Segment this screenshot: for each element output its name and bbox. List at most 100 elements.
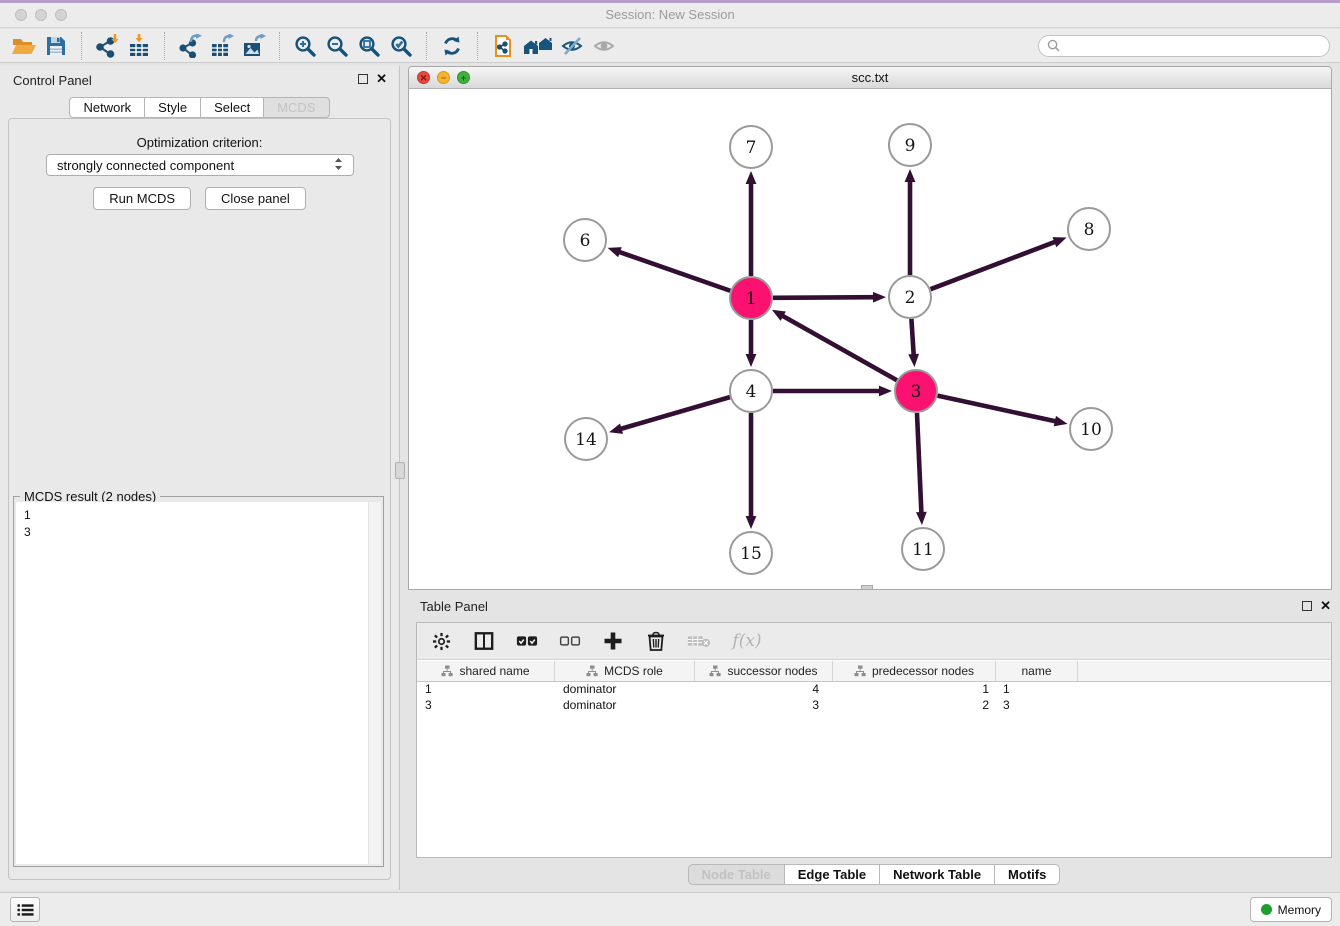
cell-successor-nodes[interactable]: 4 <box>695 682 833 698</box>
delete-table-button[interactable] <box>687 628 711 654</box>
home-button[interactable] <box>519 31 557 61</box>
control-panel-close-icon[interactable]: ✕ <box>376 71 387 87</box>
tab-motifs[interactable]: Motifs <box>994 864 1060 885</box>
graph-arrowhead-4-14 <box>609 423 623 433</box>
graph-edge-2-3[interactable] <box>911 319 913 357</box>
run-mcds-button[interactable]: Run MCDS <box>93 187 191 210</box>
app-titlebar: Session: New Session <box>0 0 1340 28</box>
column-header-successor-nodes[interactable]: successor nodes <box>695 661 833 681</box>
refresh-button[interactable] <box>436 31 468 61</box>
cell-predecessor-nodes[interactable]: 2 <box>833 698 996 714</box>
import-network-button[interactable] <box>91 31 123 61</box>
zoom-in-button[interactable] <box>289 31 321 61</box>
graph-arrowhead-1-6 <box>608 247 622 257</box>
table-settings-button[interactable] <box>429 628 453 654</box>
mcds-result-area: 1 3 <box>16 502 381 864</box>
table-panel-close-icon[interactable]: ✕ <box>1320 598 1331 614</box>
graph-arrowhead-2-9 <box>905 169 916 182</box>
eye-slash-icon <box>561 34 585 58</box>
cell-mcds-role[interactable]: dominator <box>555 682 695 698</box>
close-panel-button[interactable]: Close panel <box>205 187 306 210</box>
cell-shared-name[interactable]: 1 <box>417 682 555 698</box>
tab-edge-table[interactable]: Edge Table <box>784 864 880 885</box>
tab-style[interactable]: Style <box>144 97 201 118</box>
search-field[interactable] <box>1038 35 1330 57</box>
export-network-button[interactable] <box>174 31 206 61</box>
graph-node-label-3: 3 <box>911 382 922 402</box>
control-panel-float-icon[interactable] <box>358 74 368 84</box>
zoom-out-button[interactable] <box>321 31 353 61</box>
table-row[interactable]: 1 dominator 4 1 1 <box>417 682 1331 698</box>
import-table-button[interactable] <box>123 31 155 61</box>
panel-splitter-grip[interactable] <box>395 462 405 479</box>
export-image-button[interactable] <box>238 31 270 61</box>
tab-select[interactable]: Select <box>200 97 264 118</box>
graph-edge-3-11[interactable] <box>917 413 922 515</box>
cell-name[interactable]: 1 <box>996 682 1078 698</box>
network-window-titlebar[interactable]: ✕ − + scc.txt <box>409 67 1331 89</box>
graph-node-label-11: 11 <box>912 540 934 560</box>
network-resize-grip[interactable] <box>861 585 873 590</box>
node-table: shared name MCDS role successor nodes pr… <box>417 661 1331 857</box>
save-session-button[interactable] <box>40 31 72 61</box>
network-graph-svg[interactable]: 1234678910111415 <box>409 89 1331 589</box>
graph-node-label-2: 2 <box>905 288 916 308</box>
zoom-fit-button[interactable] <box>353 31 385 61</box>
duplicate-network-button[interactable] <box>487 31 519 61</box>
fx-icon: f(x) <box>732 631 761 651</box>
show-all-button[interactable] <box>589 31 621 61</box>
home-icon <box>522 34 554 58</box>
task-history-button[interactable] <box>10 897 40 922</box>
memory-label: Memory <box>1278 903 1321 917</box>
export-table-button[interactable] <box>206 31 238 61</box>
cell-predecessor-nodes[interactable]: 1 <box>833 682 996 698</box>
tab-network-table[interactable]: Network Table <box>879 864 995 885</box>
delete-row-button[interactable] <box>644 628 668 654</box>
toolbar-separator <box>279 32 280 60</box>
tab-node-table[interactable]: Node Table <box>688 864 785 885</box>
show-column-panel-button[interactable] <box>472 628 496 654</box>
column-header-shared-name[interactable]: shared name <box>417 661 555 681</box>
column-header-mcds-role[interactable]: MCDS role <box>555 661 695 681</box>
cell-successor-nodes[interactable]: 3 <box>695 698 833 714</box>
cell-mcds-role[interactable]: dominator <box>555 698 695 714</box>
graph-edge-4-14[interactable] <box>619 397 730 429</box>
graph-edge-3-1[interactable] <box>781 315 897 381</box>
select-all-rows-button[interactable] <box>515 628 539 654</box>
search-input[interactable] <box>1065 39 1321 53</box>
column-header-name[interactable]: name <box>996 661 1078 681</box>
graph-arrowhead-4-15 <box>746 516 757 529</box>
table-panel-float-icon[interactable] <box>1302 601 1312 611</box>
graph-edge-1-2[interactable] <box>773 297 876 298</box>
network-canvas[interactable]: 1234678910111415 <box>409 89 1331 589</box>
graph-arrowhead-1-4 <box>746 354 757 367</box>
tab-network[interactable]: Network <box>69 97 145 118</box>
memory-button[interactable]: Memory <box>1250 897 1332 922</box>
attribute-icon <box>441 665 453 677</box>
add-row-button[interactable] <box>601 628 625 654</box>
hide-selected-button[interactable] <box>557 31 589 61</box>
zoom-selected-button[interactable] <box>385 31 417 61</box>
graph-arrowhead-2-8 <box>1052 237 1066 247</box>
graph-node-label-7: 7 <box>746 138 757 158</box>
deselect-all-rows-button[interactable] <box>558 628 582 654</box>
control-panel: Control Panel ✕ Network Style Select MCD… <box>0 66 400 890</box>
table-row[interactable]: 3 dominator 3 2 3 <box>417 698 1331 714</box>
graph-arrowhead-3-11 <box>916 512 927 525</box>
attribute-icon <box>854 665 866 677</box>
tab-mcds[interactable]: MCDS <box>263 97 329 118</box>
cell-shared-name[interactable]: 3 <box>417 698 555 714</box>
graph-edge-2-8[interactable] <box>931 241 1058 289</box>
graph-edge-3-10[interactable] <box>937 396 1057 422</box>
mcds-result-group: MCDS result (2 nodes) 1 3 <box>13 496 384 867</box>
mcds-panel: Optimization criterion: strongly connect… <box>8 118 391 880</box>
criterion-select[interactable]: strongly connected component <box>46 154 354 176</box>
cell-name[interactable]: 3 <box>996 698 1078 714</box>
column-header-predecessor-nodes[interactable]: predecessor nodes <box>833 661 996 681</box>
open-session-button[interactable] <box>8 31 40 61</box>
graph-edge-1-6[interactable] <box>617 251 730 291</box>
function-builder-button[interactable]: f(x) <box>730 628 764 654</box>
network-view-window: ✕ − + scc.txt 1234678910111415 <box>408 66 1332 590</box>
checked-boxes-icon <box>516 634 538 648</box>
result-scrollbar[interactable] <box>368 502 381 864</box>
